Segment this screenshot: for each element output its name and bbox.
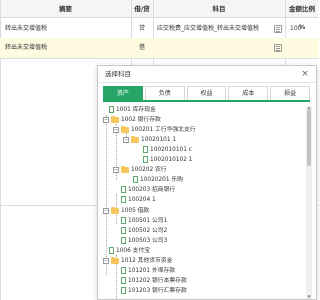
row1-direction[interactable]: 贷: [131, 23, 153, 35]
tree-node-label: 101203 银行汇票存款: [128, 288, 187, 294]
tree-node[interactable]: 101203 银行汇票存款: [121, 287, 187, 296]
tree-node-label: 100204 1: [128, 197, 156, 203]
row1-amount[interactable]: 100: [290, 23, 318, 35]
collapse-icon[interactable]: −: [123, 136, 129, 143]
file-icon: [109, 106, 114, 113]
tree-node[interactable]: 101202 银行本票存款: [121, 277, 187, 286]
collapse-icon[interactable]: −: [103, 257, 109, 264]
folder-icon: [111, 256, 119, 264]
tree-node-label: 1002010101 c: [150, 147, 192, 153]
scrollbar-thumb[interactable]: [307, 110, 311, 166]
tree-node[interactable]: − 1005 借款: [103, 206, 150, 216]
tree-node[interactable]: 100502 公司2: [121, 227, 167, 236]
file-icon: [121, 267, 126, 274]
collapse-icon[interactable]: −: [113, 126, 119, 133]
tree-node[interactable]: 100503 公司3: [121, 237, 167, 246]
file-icon: [121, 287, 126, 294]
tab-liabilities[interactable]: 负债: [144, 86, 185, 100]
file-icon: [121, 186, 126, 193]
tree-node-label: 100202 农行: [131, 167, 167, 173]
tab-assets[interactable]: 资产: [103, 86, 143, 100]
subject-picker-icon[interactable]: [274, 25, 282, 33]
tree-node[interactable]: 100501 公司1: [121, 217, 167, 226]
tree-node[interactable]: 1001 库存现金: [109, 106, 156, 115]
tree-node[interactable]: − 100201 工行华强北支行: [113, 125, 196, 135]
tree-node-label: 100501 公司1: [128, 218, 168, 224]
tree-node[interactable]: 1002010102 1: [143, 156, 192, 165]
file-icon: [121, 277, 126, 284]
file-icon: [143, 146, 148, 153]
tree-node-label: 100203 招商银行: [128, 187, 176, 193]
header-amount-ratio: 金额比例 %: [285, 0, 319, 31]
tree-node-label: 101201 外埠存款: [128, 268, 176, 274]
row1-summary[interactable]: 转出未交增值税: [5, 23, 129, 35]
tree-node-label: 100502 公司2: [128, 228, 168, 234]
tree-node-label: 101202 银行本票存款: [128, 278, 187, 284]
tree-node-label: 1002 银行存款: [121, 117, 161, 123]
tree-node[interactable]: 101201 外埠存款: [121, 267, 175, 276]
tree-node-label: 1012 其他货币资金: [121, 258, 173, 264]
file-icon: [109, 247, 114, 254]
file-icon: [143, 156, 148, 163]
file-icon: [121, 227, 126, 234]
tree-node-label: 10020201 乐购: [140, 177, 183, 183]
tree-connector: [106, 115, 107, 275]
tree-node-label: 1006 支付宝: [116, 248, 150, 254]
tree-node-label: 100201 工行华强北支行: [131, 127, 196, 133]
tree-node-label: 10020101 1: [141, 137, 177, 143]
folder-icon: [121, 165, 129, 173]
subject-tree: 1001 库存现金 −1002 银行存款 −100201 工行华强北支行 −10…: [103, 106, 305, 299]
collapse-icon[interactable]: −: [103, 116, 109, 123]
subject-category-tabs: 资产 负债 权益 成本 损益: [103, 86, 310, 102]
file-icon: [133, 176, 138, 183]
tree-node[interactable]: 1006 支付宝: [109, 247, 150, 256]
dialog-title: 选择科目: [105, 70, 131, 78]
scroll-down-arrow-icon[interactable]: ▼: [306, 295, 312, 299]
folder-icon: [111, 206, 119, 214]
tree-node[interactable]: − 10020101 1: [123, 135, 177, 145]
tab-profit-loss[interactable]: 损益: [270, 86, 310, 100]
folder-icon: [131, 135, 139, 143]
tree-node-label: 1001 库存现金: [116, 107, 156, 113]
file-icon: [121, 217, 126, 224]
select-subject-dialog: 选择科目 × 资产 负债 权益 成本 损益 1001 库存现金 −1002 银行…: [97, 65, 317, 300]
tab-cost[interactable]: 成本: [228, 86, 269, 100]
header-subject: 科目: [153, 0, 285, 18]
tree-node-label: 1002010102 1: [150, 157, 193, 163]
tree-node[interactable]: − 1002 银行存款: [103, 115, 161, 125]
row-divider: [0, 58, 319, 59]
tab-equity[interactable]: 权益: [186, 86, 227, 100]
folder-icon: [111, 115, 119, 123]
collapse-icon[interactable]: −: [113, 166, 119, 173]
tree-node[interactable]: − 1012 其他货币资金: [103, 256, 173, 266]
collapse-icon[interactable]: −: [103, 207, 109, 214]
row2-direction[interactable]: 借: [131, 42, 153, 54]
close-icon[interactable]: ×: [300, 69, 310, 79]
tree-node-label: 1005 借款: [121, 208, 150, 214]
row1-subject[interactable]: 应交税费_应交增值税_转出未交增值税: [157, 23, 272, 35]
dialog-title-bar: 选择科目 ×: [98, 66, 316, 83]
subject-picker-icon[interactable]: [274, 44, 282, 52]
folder-icon: [121, 125, 129, 133]
tree-node[interactable]: − 100202 农行: [113, 165, 167, 175]
header-direction: 借/贷: [131, 0, 153, 18]
tree-scrollbar[interactable]: ▲ ▼: [306, 106, 312, 299]
row2-summary[interactable]: 转出未交增值税: [5, 42, 129, 54]
tree-node-label: 100503 公司3: [128, 238, 168, 244]
header-summary: 摘要: [0, 0, 131, 18]
file-icon: [121, 237, 126, 244]
tree-node[interactable]: 1002010101 c: [143, 146, 192, 155]
tree-node[interactable]: 100203 招商银行: [121, 186, 175, 195]
tree-node[interactable]: 10020201 乐购: [133, 176, 183, 185]
tree-node[interactable]: 100204 1: [121, 196, 156, 205]
file-icon: [121, 196, 126, 203]
